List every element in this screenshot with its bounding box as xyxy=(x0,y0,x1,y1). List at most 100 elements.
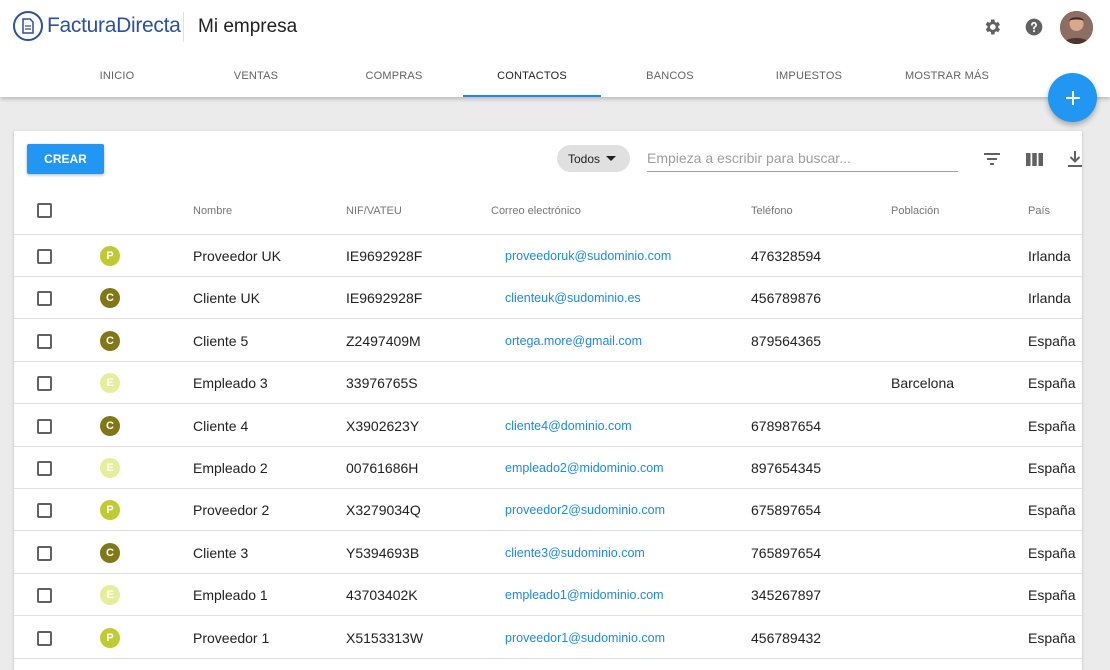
contact-country: España xyxy=(1028,375,1076,392)
contact-name: Cliente 3 xyxy=(193,544,249,561)
contact-email[interactable]: empleado2@midominio.com xyxy=(505,447,664,489)
row-checkbox[interactable] xyxy=(37,376,52,392)
caret-down-icon xyxy=(606,156,617,161)
contact-phone: 765897654 xyxy=(751,544,822,561)
tab-inicio[interactable]: INICIO xyxy=(48,56,186,97)
row-checkbox[interactable] xyxy=(37,249,52,264)
create-button[interactable]: CREAR xyxy=(27,144,104,174)
contact-country: España xyxy=(1028,332,1076,349)
contact-type-badge: E xyxy=(100,585,120,606)
columns-icon[interactable] xyxy=(1022,147,1046,171)
contact-email[interactable]: cliente3@sudominio.com xyxy=(505,532,645,574)
contact-city: Barcelona xyxy=(891,375,955,392)
column-header-email[interactable]: Correo electrónico xyxy=(491,189,581,233)
table-row[interactable]: E Empleado 2 00761686H empleado2@midominio.… xyxy=(14,447,1082,489)
brand-logo[interactable]: FacturaDirecta xyxy=(13,11,181,41)
table-row[interactable]: E Empleado 3 33976765S Barcelona España xyxy=(14,362,1082,405)
row-checkbox[interactable] xyxy=(37,503,52,519)
contact-nif: X5153313W xyxy=(346,629,424,646)
table-row[interactable]: E Empleado 1 43703402K empleado1@midominio.… xyxy=(14,574,1082,617)
contact-email[interactable]: empleado1@midominio.com xyxy=(505,574,664,616)
contact-name: Empleado 2 xyxy=(193,460,268,476)
contact-name: Cliente UK xyxy=(193,290,260,307)
table-row[interactable]: C Cliente 5 Z2497409M ortega.more@gmail.com… xyxy=(14,320,1082,362)
contact-phone: 456789432 xyxy=(751,629,822,646)
contact-name: Proveedor UK xyxy=(193,248,281,264)
column-header-poblacion[interactable]: Población xyxy=(891,189,939,233)
tab-ventas[interactable]: VENTAS xyxy=(187,56,325,97)
contact-email[interactable]: clienteuk@sudominio.es xyxy=(505,277,641,319)
row-checkbox[interactable] xyxy=(37,588,52,604)
row-checkbox[interactable] xyxy=(37,461,52,476)
contact-nif: Z2497409M xyxy=(346,332,421,349)
contact-phone: 678987654 xyxy=(751,417,822,434)
column-header-pais[interactable]: País xyxy=(1028,189,1050,233)
contacts-card: CREAR Todos Nombre NIF/VATEU Correo elec… xyxy=(14,131,1082,670)
contact-country: España xyxy=(1028,544,1076,561)
contact-country: España xyxy=(1028,417,1076,434)
contact-type-badge: C xyxy=(100,330,120,351)
search-input[interactable] xyxy=(647,145,958,172)
row-checkbox[interactable] xyxy=(37,291,52,307)
table-row[interactable]: C Cliente UK IE9692928F clienteuk@sudominio… xyxy=(14,277,1082,320)
tab-bancos[interactable]: BANCOS xyxy=(601,56,739,97)
contact-email[interactable]: proveedor1@sudominio.com xyxy=(505,617,665,659)
header-divider xyxy=(183,12,184,42)
contact-email[interactable]: proveedor2@sudominio.com xyxy=(505,489,665,531)
contact-nif: Y5394693B xyxy=(346,544,420,561)
download-icon[interactable] xyxy=(1063,147,1087,171)
contact-email[interactable]: cliente4@dominio.com xyxy=(505,405,632,447)
contact-name: Proveedor 2 xyxy=(193,502,270,519)
contact-type-badge: P xyxy=(100,627,120,648)
tab-impuestos[interactable]: IMPUESTOS xyxy=(740,56,878,97)
contact-type-badge: E xyxy=(100,373,120,394)
help-icon[interactable] xyxy=(1023,16,1045,38)
contact-phone: 456789876 xyxy=(751,290,822,307)
row-checkbox[interactable] xyxy=(37,545,52,561)
user-avatar[interactable] xyxy=(1060,11,1093,44)
column-header-nif[interactable]: NIF/VATEU xyxy=(346,189,402,233)
column-header-nombre[interactable]: Nombre xyxy=(193,189,232,233)
brand-name: FacturaDirecta xyxy=(47,14,181,37)
table-row[interactable]: C Cliente 3 Y5394693B cliente3@sudominio.co… xyxy=(14,532,1082,574)
tab-mostrar-mas[interactable]: MOSTRAR MÁS xyxy=(878,56,1016,97)
column-header-telefono[interactable]: Teléfono xyxy=(751,189,793,233)
document-icon xyxy=(13,11,43,41)
contact-country: España xyxy=(1028,502,1076,519)
type-filter-select[interactable]: Todos xyxy=(557,145,630,172)
contact-email[interactable]: proveedoruk@sudominio.com xyxy=(505,235,671,277)
gear-icon[interactable] xyxy=(981,16,1003,38)
row-checkbox[interactable] xyxy=(37,630,52,646)
row-checkbox[interactable] xyxy=(37,333,52,349)
filter-icon[interactable] xyxy=(980,147,1004,171)
contact-email[interactable]: ortega.more@gmail.com xyxy=(505,320,642,362)
contact-type-badge: C xyxy=(100,542,120,563)
table-row[interactable]: P Proveedor 2 X3279034Q proveedor2@sudomini… xyxy=(14,489,1082,532)
contact-nif: 43703402K xyxy=(346,587,418,604)
contact-phone: 675897654 xyxy=(751,502,822,519)
contact-name: Empleado 1 xyxy=(193,587,268,604)
contact-name: Cliente 4 xyxy=(193,417,249,434)
contact-nif: IE9692928F xyxy=(346,290,423,307)
row-checkbox[interactable] xyxy=(37,418,52,434)
contact-type-badge: C xyxy=(100,415,120,436)
contact-type-badge: P xyxy=(100,246,120,266)
company-name[interactable]: Mi empresa xyxy=(198,16,297,38)
table-row[interactable]: C Cliente 4 X3902623Y cliente4@dominio.com 6… xyxy=(14,405,1082,447)
table-row[interactable]: P Proveedor 1 X5153313W proveedor1@sudomini… xyxy=(14,617,1082,659)
select-all-checkbox[interactable] xyxy=(37,203,52,218)
contact-nif: X3279034Q xyxy=(346,502,421,519)
table-row[interactable]: P Proveedor UK IE9692928F proveedoruk@sudom… xyxy=(14,235,1082,277)
tab-compras[interactable]: COMPRAS xyxy=(325,56,463,97)
plus-icon xyxy=(1065,90,1080,105)
contact-type-badge: P xyxy=(100,500,120,521)
contact-name: Proveedor 1 xyxy=(193,629,270,646)
contact-phone: 345267897 xyxy=(751,587,822,604)
contact-nif: 33976765S xyxy=(346,375,418,392)
tab-contactos[interactable]: CONTACTOS xyxy=(463,56,601,97)
contact-country: España xyxy=(1028,460,1076,476)
app-header: FacturaDirecta Mi empresa INICIO VENTAS … xyxy=(0,0,1110,97)
main-tabs: INICIO VENTAS COMPRAS CONTACTOS BANCOS I… xyxy=(0,56,1110,97)
add-button[interactable] xyxy=(1048,73,1097,122)
contact-type-badge: E xyxy=(100,458,120,478)
